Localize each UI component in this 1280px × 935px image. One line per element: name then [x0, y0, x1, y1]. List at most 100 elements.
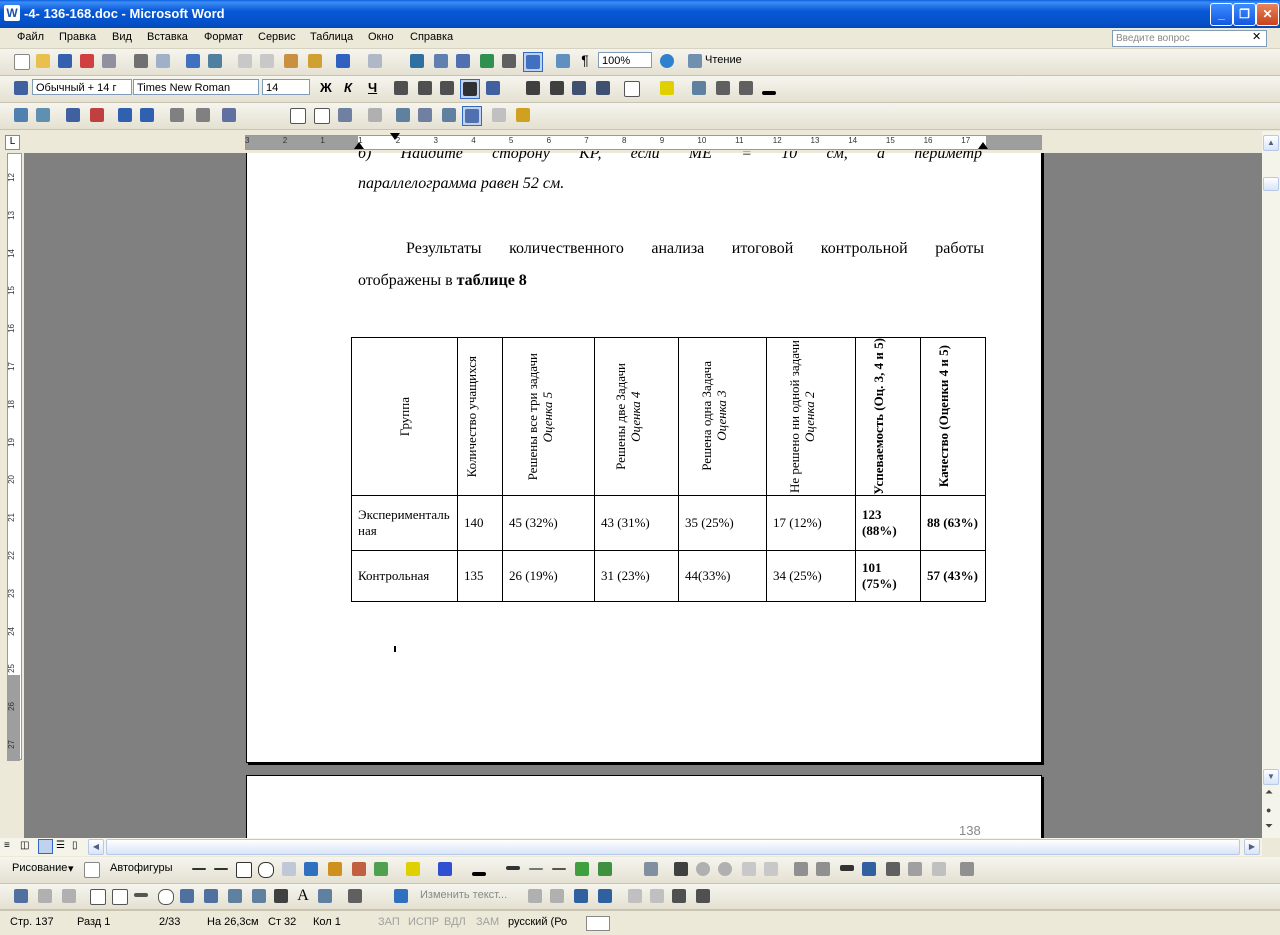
wordart-shape-icon[interactable] [572, 887, 590, 905]
text-a-icon[interactable]: A [294, 887, 312, 905]
form-frame-icon[interactable] [202, 887, 220, 905]
form-combo-icon[interactable] [132, 887, 150, 905]
form-spin-button-icon[interactable] [272, 887, 290, 905]
status-overtype[interactable]: ЗАМ [476, 916, 499, 928]
wordart-align-icon[interactable] [670, 887, 688, 905]
reading-view-icon[interactable]: ▯ [72, 840, 78, 851]
email-icon[interactable] [100, 52, 118, 70]
tools-icon[interactable] [346, 887, 364, 905]
wordart-icon[interactable] [302, 860, 320, 878]
status-track-changes[interactable]: ИСПР [408, 916, 439, 928]
print-view-icon[interactable] [38, 839, 53, 854]
form-spin-icon[interactable] [250, 887, 268, 905]
insert-table-icon[interactable] [454, 52, 472, 70]
save-icon[interactable] [56, 52, 74, 70]
rectangle-tool-icon[interactable] [234, 860, 252, 878]
form-list-icon[interactable] [178, 887, 196, 905]
delete-row-icon[interactable] [88, 106, 106, 124]
image-control-icon[interactable] [316, 887, 334, 905]
wordart-wrap-icon[interactable] [596, 887, 614, 905]
spelling-icon[interactable] [184, 52, 202, 70]
wordart-gallery-icon[interactable] [526, 887, 544, 905]
new-document-icon[interactable] [12, 52, 30, 70]
align-right-icon[interactable] [438, 79, 456, 97]
close-document-icon[interactable]: ✕ [1252, 30, 1261, 43]
drawing-icon[interactable] [523, 52, 543, 72]
line-style-icon[interactable] [504, 860, 522, 878]
print-icon[interactable] [132, 52, 150, 70]
drawing-menu-button[interactable]: Рисование [12, 862, 67, 874]
reading-button-label[interactable]: Чтение [705, 54, 742, 66]
columns-icon[interactable] [500, 52, 518, 70]
menu-insert[interactable]: Вставка [147, 31, 188, 43]
pilcrow-icon[interactable]: ¶ [576, 52, 594, 70]
dropdown-arrow-icon[interactable]: ▾ [68, 862, 74, 875]
compress-icon[interactable] [860, 860, 878, 878]
reset-form-icon[interactable] [490, 106, 508, 124]
status-record[interactable]: ЗАП [378, 916, 400, 928]
copy-icon[interactable] [258, 52, 276, 70]
color-icon[interactable] [672, 860, 690, 878]
bullets-icon[interactable] [548, 79, 566, 97]
merge-icon[interactable] [168, 106, 186, 124]
form-checkbox-icon[interactable] [88, 887, 106, 905]
checkbox-icon[interactable] [312, 106, 330, 124]
3d-style-icon[interactable] [596, 860, 614, 878]
vertical-ruler[interactable]: 12 13 14 15 16 17 18 19 20 21 22 23 24 25 26 27 [0, 153, 24, 838]
menu-help[interactable]: Справка [410, 31, 453, 43]
status-extend[interactable]: ВДЛ [444, 916, 466, 928]
right-indent-marker[interactable] [978, 142, 988, 149]
close-button[interactable]: ✕ [1256, 3, 1279, 26]
reset-picture-icon[interactable] [958, 860, 976, 878]
clipart-icon[interactable] [350, 860, 368, 878]
fill-color-icon[interactable] [404, 860, 422, 878]
prev-page-icon[interactable]: ⏶ [1265, 787, 1273, 798]
justify-icon[interactable] [460, 79, 480, 99]
reading-layout-icon[interactable] [686, 52, 704, 70]
autoshapes-menu-button[interactable]: Автофигуры [110, 862, 173, 874]
brightness-down-icon[interactable] [762, 860, 780, 878]
arrow-tool-icon[interactable] [212, 860, 230, 878]
split-icon[interactable] [194, 106, 212, 124]
minimize-button[interactable]: _ [1210, 3, 1233, 26]
shadow-icon[interactable] [573, 860, 591, 878]
edit-text-button[interactable]: Изменить текст... [420, 889, 507, 901]
redo-icon[interactable] [366, 52, 384, 70]
draw-tool-icon[interactable] [12, 887, 30, 905]
crop-icon[interactable] [792, 860, 810, 878]
cut-icon[interactable] [236, 52, 254, 70]
insert-excel-icon[interactable] [478, 52, 496, 70]
format-picture-icon[interactable] [906, 860, 924, 878]
line-tool-icon[interactable] [190, 860, 208, 878]
horizontal-scroll-thumb[interactable] [106, 839, 1240, 855]
align-left-icon[interactable] [392, 79, 410, 97]
menu-window[interactable]: Окно [368, 31, 394, 43]
text-wrapping-icon[interactable] [884, 860, 902, 878]
picture-line-style-icon[interactable] [838, 860, 856, 878]
scroll-right-button[interactable]: ▶ [1244, 839, 1260, 855]
text-field-icon[interactable] [288, 106, 306, 124]
insert-row-icon[interactable] [64, 106, 82, 124]
ask-question-input[interactable]: Введите вопрос [1112, 30, 1267, 47]
font-select[interactable]: Times New Roman [133, 79, 259, 95]
styles-pane-icon[interactable] [12, 79, 30, 97]
menu-tools[interactable]: Сервис [258, 31, 296, 43]
scroll-up-button[interactable]: ▲ [1263, 135, 1279, 151]
vertical-scrollbar[interactable]: ▲ ▼ ⏶ ● ⏷ [1262, 131, 1280, 838]
set-transparent-icon[interactable] [930, 860, 948, 878]
font-color-draw-icon[interactable] [470, 860, 488, 878]
style-select[interactable]: Обычный + 14 г [32, 79, 132, 95]
format-wordart-icon[interactable] [548, 887, 566, 905]
horizontal-scrollbar[interactable]: ≡ ◫ ☰ ▯ ◀ ▶ [0, 838, 1262, 856]
zoom-select[interactable]: 100% [598, 52, 652, 68]
wordart-same-height-icon[interactable] [626, 887, 644, 905]
status-language[interactable]: русский (Ро [508, 916, 567, 928]
help-icon[interactable] [658, 52, 676, 70]
highlight-icon[interactable] [658, 79, 676, 97]
first-line-indent-marker[interactable] [390, 133, 400, 140]
next-page-icon[interactable]: ⏷ [1265, 821, 1273, 832]
horizontal-ruler[interactable]: L 3 2 1 1 2 3 4 5 6 7 8 9 10 11 12 13 14 15 16 17 [0, 131, 1262, 153]
scroll-left-button[interactable]: ◀ [88, 839, 104, 855]
field-options-icon[interactable] [366, 106, 384, 124]
superscript-icon[interactable] [714, 79, 732, 97]
